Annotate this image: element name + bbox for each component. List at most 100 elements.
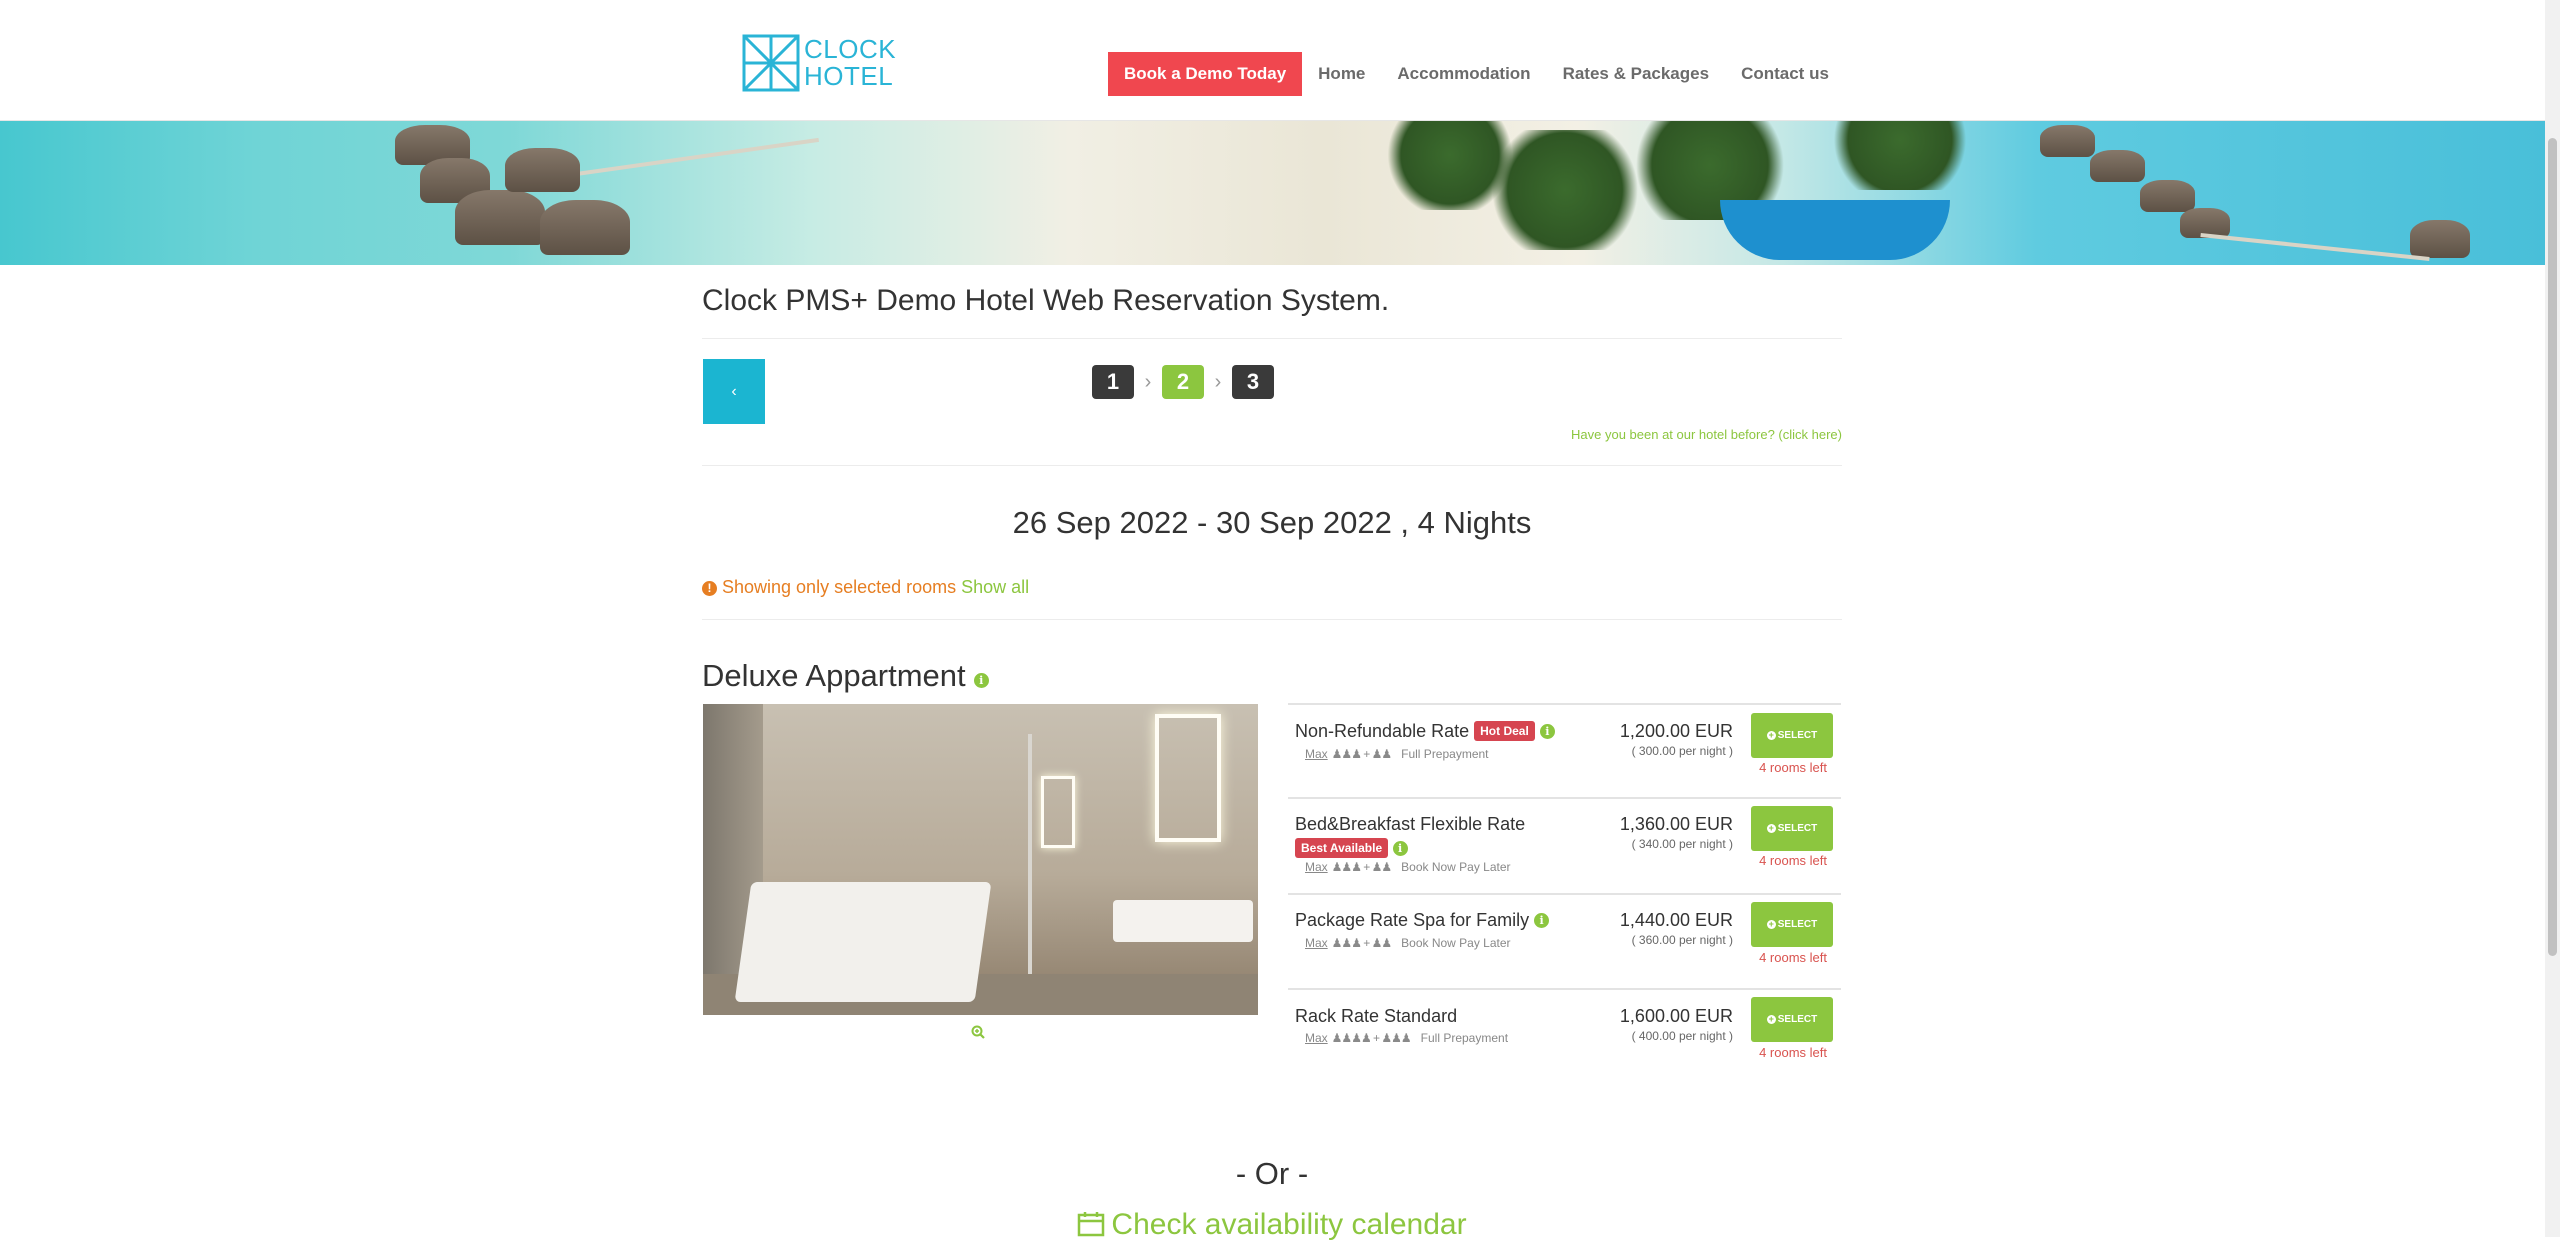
clock-hotel-logo[interactable]: CLOCK HOTEL: [742, 34, 896, 92]
divider: [702, 338, 1842, 339]
select-label: SELECT: [1777, 730, 1818, 741]
nav-home[interactable]: Home: [1318, 64, 1365, 84]
select-label: SELECT: [1777, 1014, 1818, 1025]
select-button[interactable]: + SELECT: [1751, 713, 1833, 758]
scrollbar-thumb[interactable]: [2548, 138, 2557, 956]
rate-name: Package Rate Spa for Family: [1295, 910, 1530, 930]
notice-text: Showing only selected rooms: [722, 577, 957, 597]
rooms-left: 4 rooms left: [1759, 950, 1827, 965]
total-price: 1,200.00 EUR: [1619, 721, 1733, 741]
rate-name-line: Non-Refundable Rate Hot Deal i: [1295, 721, 1555, 742]
step-3[interactable]: 3: [1232, 365, 1274, 399]
max-label: Max: [1305, 860, 1328, 874]
select-label: SELECT: [1777, 919, 1818, 930]
rate-name: Rack Rate Standard: [1295, 1006, 1458, 1026]
payment-policy: Full Prepayment: [1401, 747, 1489, 761]
total-price: 1,360.00 EUR: [1619, 814, 1733, 834]
per-night-price: ( 360.00 per night ): [1631, 933, 1733, 947]
logo-mark-icon: [742, 34, 800, 92]
per-night-price: ( 400.00 per night ): [1631, 1029, 1733, 1043]
hero-banner-image: [0, 120, 2545, 265]
main-nav: Book a Demo Today Home Accommodation Rat…: [1108, 52, 1861, 96]
price-block: 1,600.00 EUR ( 400.00 per night ): [1620, 1006, 1733, 1043]
select-button[interactable]: + SELECT: [1751, 997, 1833, 1042]
rate-row: Rack Rate Standard Max ♟♟♟♟ + ♟♟♟ Full Pre…: [1288, 988, 1841, 1070]
chevron-right-icon: ›: [1144, 370, 1152, 393]
divider: [702, 619, 1842, 620]
rate-name: Non-Refundable Rate: [1295, 721, 1470, 741]
rates-table: Non-Refundable Rate Hot Deal i Max ♟♟♟ + …: [1288, 703, 1841, 1070]
nav-rates-packages[interactable]: Rates & Packages: [1563, 64, 1709, 84]
plus-icon: +: [1766, 919, 1776, 929]
logo-line-2: HOTEL: [804, 61, 894, 91]
nav-accommodation[interactable]: Accommodation: [1397, 64, 1530, 84]
plus-icon: +: [1766, 1014, 1776, 1024]
info-icon[interactable]: i: [1534, 913, 1550, 928]
stay-dates: 26 Sep 2022 - 30 Sep 2022 , 4 Nights: [1012, 505, 1532, 540]
rooms-left: 4 rooms left: [1759, 1045, 1827, 1060]
rate-row: Bed&Breakfast Flexible Rate Best Availab…: [1288, 797, 1841, 893]
calendar-icon: [1078, 1212, 1105, 1237]
payment-policy: Full Prepayment: [1420, 1031, 1509, 1045]
zoom-in-icon[interactable]: [971, 1025, 985, 1039]
room-name: Deluxe Appartment: [702, 658, 966, 693]
calendar-link-text: Check availability calendar: [1111, 1208, 1467, 1241]
payment-policy: Book Now Pay Later: [1401, 860, 1511, 874]
page-scrollbar[interactable]: [2545, 0, 2560, 1237]
price-block: 1,200.00 EUR ( 300.00 per night ): [1620, 721, 1733, 758]
room-title: Deluxe Appartment i: [702, 658, 989, 694]
or-separator: - Or -: [1235, 1156, 1309, 1191]
select-button[interactable]: + SELECT: [1751, 806, 1833, 851]
logo-line-1: CLOCK: [804, 34, 897, 64]
select-button[interactable]: + SELECT: [1751, 902, 1833, 947]
per-night-price: ( 300.00 per night ): [1631, 744, 1733, 758]
plus-icon: +: [1766, 730, 1776, 740]
rate-row: Non-Refundable Rate Hot Deal i Max ♟♟♟ + …: [1288, 703, 1841, 797]
rooms-left: 4 rooms left: [1759, 760, 1827, 775]
hot-deal-badge: Hot Deal: [1474, 721, 1535, 741]
step-2: 2: [1162, 365, 1204, 399]
info-icon[interactable]: i: [1392, 841, 1408, 856]
logo-text: CLOCK HOTEL: [804, 36, 896, 90]
info-icon[interactable]: i: [1539, 724, 1555, 739]
occupancy-line: Max ♟♟♟ + ♟♟ Book Now Pay Later: [1305, 860, 1511, 874]
back-button[interactable]: ‹: [703, 359, 765, 424]
per-night-price: ( 340.00 per night ): [1631, 837, 1733, 851]
rate-name-line: Package Rate Spa for Family i: [1295, 910, 1550, 931]
room-photo[interactable]: [703, 704, 1258, 1015]
selected-rooms-notice: ! Showing only selected rooms Show all: [702, 577, 1029, 598]
total-price: 1,440.00 EUR: [1619, 910, 1733, 930]
payment-policy: Book Now Pay Later: [1401, 936, 1511, 950]
plus-icon: +: [1766, 823, 1776, 833]
max-label: Max: [1305, 1031, 1328, 1045]
occupancy-icons: ♟♟♟♟ + ♟♟♟: [1331, 1031, 1412, 1045]
booking-steps: 1 › 2 › 3: [1092, 365, 1274, 399]
occupancy-icons: ♟♟♟ + ♟♟: [1331, 860, 1392, 874]
occupancy-line: Max ♟♟♟ + ♟♟ Full Prepayment: [1305, 747, 1489, 761]
occupancy-line: Max ♟♟♟♟ + ♟♟♟ Full Prepayment: [1305, 1031, 1508, 1045]
occupancy-icons: ♟♟♟ + ♟♟: [1331, 747, 1392, 761]
nav-contact[interactable]: Contact us: [1741, 64, 1829, 84]
rate-name: Bed&Breakfast Flexible Rate: [1295, 814, 1526, 834]
exclamation-icon: !: [702, 581, 717, 596]
show-all-link[interactable]: Show all: [961, 577, 1029, 597]
max-label: Max: [1305, 747, 1328, 761]
occupancy-icons: ♟♟♟ + ♟♟: [1331, 936, 1392, 950]
page-title: Clock PMS+ Demo Hotel Web Reservation Sy…: [702, 284, 1390, 317]
chevron-right-icon: ›: [1214, 370, 1222, 393]
site-header: CLOCK HOTEL Book a Demo Today Home Accom…: [0, 0, 2545, 121]
occupancy-line: Max ♟♟♟ + ♟♟ Book Now Pay Later: [1305, 936, 1511, 950]
info-icon[interactable]: i: [973, 673, 989, 688]
step-1[interactable]: 1: [1092, 365, 1134, 399]
price-block: 1,440.00 EUR ( 360.00 per night ): [1620, 910, 1733, 947]
book-demo-button[interactable]: Book a Demo Today: [1108, 52, 1303, 96]
returning-guest-link[interactable]: Have you been at our hotel before? (clic…: [1571, 427, 1842, 442]
divider: [702, 465, 1842, 466]
badge-line: Best Available i: [1295, 838, 1408, 859]
best-available-badge: Best Available: [1295, 838, 1389, 858]
rate-row: Package Rate Spa for Family i Max ♟♟♟ + ♟…: [1288, 893, 1841, 988]
price-block: 1,360.00 EUR ( 340.00 per night ): [1620, 814, 1733, 851]
max-label: Max: [1305, 936, 1328, 950]
select-label: SELECT: [1777, 823, 1818, 834]
total-price: 1,600.00 EUR: [1619, 1006, 1733, 1026]
